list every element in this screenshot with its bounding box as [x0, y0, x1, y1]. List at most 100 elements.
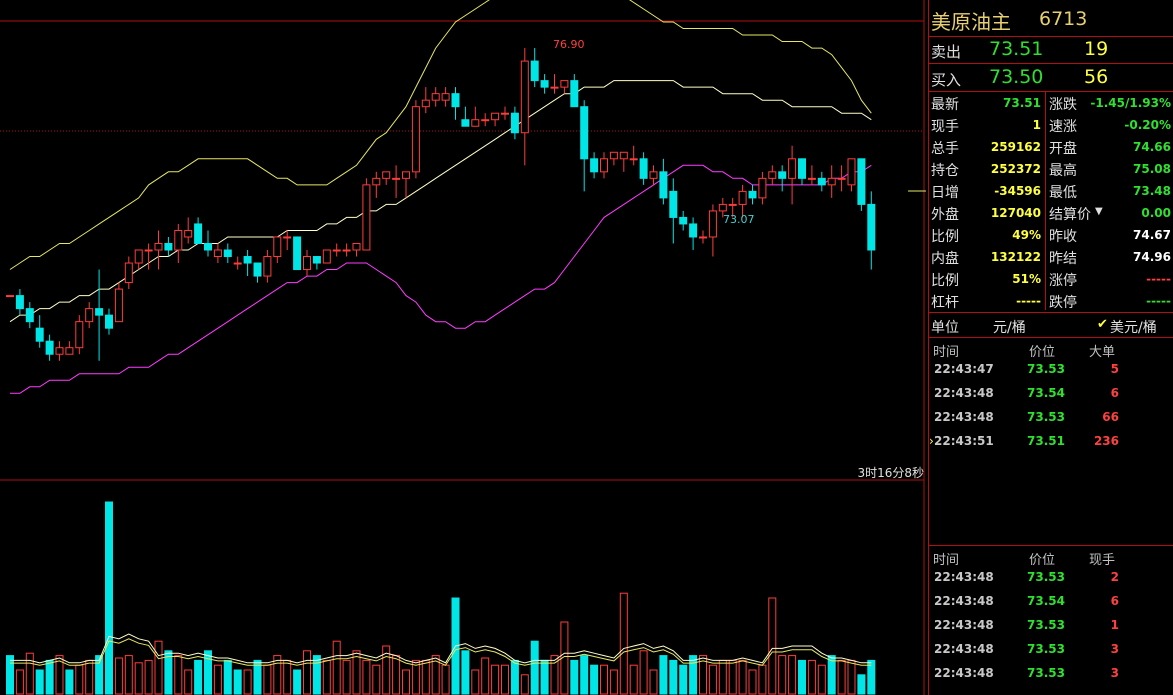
stat-value: -----	[1146, 272, 1171, 286]
volume-bar	[728, 659, 737, 695]
candle-body	[669, 190, 678, 218]
candle-body	[402, 171, 410, 179]
kline-chart[interactable]: 76.90 73.07	[0, 0, 928, 695]
volume-bar	[134, 662, 143, 695]
stat-row: 昨结 74.96	[1049, 248, 1171, 270]
big-order-table[interactable]: 时间 价位 大单 22:43:47 73.53 5 22:43:48 73.54 6 22:…	[929, 338, 1173, 538]
candle-body	[35, 327, 44, 342]
candle-body	[867, 203, 876, 251]
price-cell: 73.53	[1027, 618, 1065, 632]
volume-bar	[184, 669, 193, 695]
buy-volume: 56	[1084, 66, 1109, 88]
volume-bar	[639, 650, 648, 695]
stat-label: 最高	[1049, 163, 1077, 179]
candle-body	[263, 256, 272, 277]
volume-cell: 6	[1110, 386, 1119, 400]
stat-value: 73.48	[1133, 184, 1171, 198]
volume-bar	[283, 659, 292, 695]
candle-body	[342, 249, 351, 252]
volume-bar	[35, 669, 44, 695]
stat-value: 75.08	[1133, 162, 1171, 176]
candle-body	[837, 177, 846, 180]
candle-body	[530, 60, 539, 82]
stat-row: 杠杆 -----	[931, 292, 1041, 314]
stat-row: 跌停 -----	[1049, 292, 1171, 314]
time-cell: 22:43:48	[934, 386, 994, 400]
price-cell: 73.53	[1027, 362, 1065, 376]
volume-cell: 6	[1110, 594, 1119, 608]
volume-bar	[689, 655, 698, 695]
candle-body	[25, 308, 34, 323]
candle-body	[649, 171, 658, 179]
volume-bar	[817, 664, 826, 695]
instrument-title[interactable]: 美原油主 6713	[929, 2, 1173, 36]
volume-cell: 3	[1110, 642, 1119, 656]
candle-body	[540, 80, 549, 88]
volume-bar	[629, 664, 638, 695]
volume-bar	[520, 674, 529, 695]
table-row[interactable]: 22:43:48 73.53 66	[929, 408, 1173, 430]
sell-quote[interactable]: 卖出 73.51 19	[929, 37, 1173, 63]
candle-body	[590, 158, 599, 173]
volume-bar	[85, 659, 94, 695]
volume-bar	[788, 655, 797, 695]
stat-label: 比例	[931, 229, 959, 245]
instrument-code: 6713	[1039, 8, 1088, 30]
stat-row: 最低 73.48	[1049, 182, 1171, 204]
col-time: 时间	[933, 553, 960, 568]
stat-value: 127040	[990, 206, 1041, 220]
volume-bar	[421, 659, 430, 695]
stat-label: 持仓	[931, 163, 959, 179]
table-row[interactable]: 22:43:48 73.53 3	[929, 664, 1173, 686]
price-cell: 73.51	[1027, 434, 1065, 448]
candle-body	[411, 106, 420, 173]
table-row[interactable]: 22:43:48 73.54 6	[929, 592, 1173, 614]
tick-table[interactable]: 时间 价位 现手 22:43:48 73.53 2 22:43:48 73.54 6 22:…	[929, 546, 1173, 695]
stat-label: 跌停	[1049, 295, 1077, 311]
kline-chart-area[interactable]: 76.90 73.07 3时16分8秒	[0, 0, 928, 695]
candle-body	[481, 119, 490, 122]
candle-body	[55, 347, 64, 355]
stat-label: 速涨	[1049, 119, 1077, 135]
candle-body	[827, 177, 836, 186]
stat-value: 74.96	[1133, 250, 1171, 264]
chevron-down-icon[interactable]: ▼	[1095, 206, 1103, 217]
table-row[interactable]: 22:43:48 73.53 2	[929, 568, 1173, 590]
table-row[interactable]: 22:43:48 73.54 6	[929, 384, 1173, 406]
candle-body	[718, 203, 727, 212]
time-cell: 22:43:48	[934, 594, 994, 608]
candle-body	[352, 242, 361, 251]
volume-bar	[213, 664, 222, 695]
candle-body	[124, 262, 133, 284]
volume-bar	[807, 659, 816, 695]
candle-body	[332, 249, 341, 252]
stat-label: 杠杆	[931, 295, 959, 311]
volume-bar	[95, 655, 104, 695]
candle-body	[253, 262, 262, 277]
table-row[interactable]: › 22:43:51 73.51 236	[929, 432, 1173, 454]
sell-price: 73.51	[989, 38, 1044, 60]
candle-body	[788, 158, 797, 179]
buy-quote[interactable]: 买入 73.50 56	[929, 65, 1173, 91]
stat-value: 0.00	[1141, 206, 1171, 220]
table-row[interactable]: 22:43:48 73.53 1	[929, 616, 1173, 638]
stat-label: 总手	[931, 141, 959, 157]
candle-body	[223, 249, 232, 258]
volume-bar	[758, 664, 767, 695]
volume-bar	[619, 592, 628, 695]
volume-bar	[372, 664, 381, 695]
candle-body	[738, 190, 747, 205]
stat-row: 内盘 132122	[931, 248, 1041, 270]
stat-value: 1	[1032, 118, 1041, 132]
table-row[interactable]: 22:43:47 73.53 5	[929, 360, 1173, 382]
unit-option-yuan[interactable]: 元/桶	[993, 317, 1026, 337]
candle-body	[95, 308, 104, 316]
table-row[interactable]: 22:43:48 73.53 3	[929, 640, 1173, 662]
volume-bar	[708, 664, 717, 695]
volume-bar	[114, 657, 123, 695]
candle-body	[580, 106, 589, 160]
unit-option-usd[interactable]: 美元/桶	[1110, 317, 1157, 337]
volume-bar	[6, 655, 14, 695]
candle-body	[65, 347, 74, 355]
candle-body	[392, 177, 401, 180]
